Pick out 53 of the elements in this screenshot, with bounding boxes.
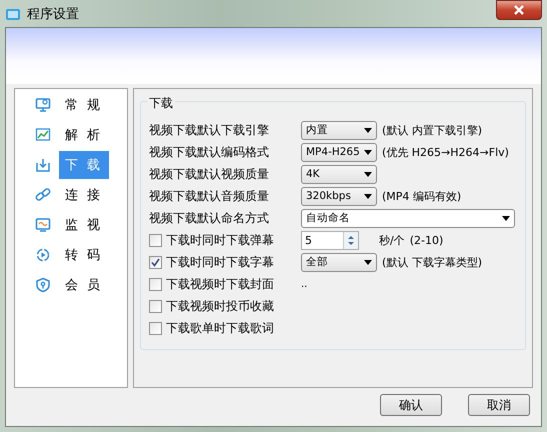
dropdown-arrow-icon <box>364 172 372 176</box>
setting-label: 视频下载默认命名方式 <box>149 210 270 226</box>
dropdown-arrow-icon <box>364 194 372 198</box>
dropdown-arrow-icon <box>364 150 372 154</box>
dropdown[interactable]: 4K <box>301 164 377 184</box>
checkbox-label: 下载视频时投币收藏 <box>166 298 274 314</box>
sidebar-item[interactable]: 转码 <box>59 241 109 269</box>
play-cycle-icon <box>35 247 51 263</box>
dropdown-arrow-icon <box>502 216 510 220</box>
checkbox-label: 下载歌单时下载歌词 <box>166 320 274 336</box>
dropdown-arrow-icon <box>364 128 372 132</box>
window-title: 程序设置 <box>27 6 79 22</box>
hint-text: (默认 下载字幕类型) <box>382 254 482 270</box>
setting-label: 视频下载默认视频质量 <box>149 166 270 182</box>
monitor-wave-icon <box>35 217 51 233</box>
sidebar-item[interactable]: 会员 <box>59 271 109 299</box>
dropdown[interactable]: 全部 <box>301 252 377 272</box>
sidebar-item[interactable]: 解析 <box>59 121 109 149</box>
shield-icon <box>35 277 51 293</box>
dropdown[interactable]: 内置 <box>301 120 377 140</box>
dropdown[interactable]: MP4-H265 <box>301 142 377 162</box>
dropdown-arrow-icon <box>364 260 372 264</box>
unit-text: 秒/个 <box>379 232 405 248</box>
dropdown[interactable]: 320kbps <box>301 186 377 206</box>
setting-label: 视频下载默认编码格式 <box>149 144 270 160</box>
link-icon <box>35 187 51 203</box>
monitor-gear-icon <box>35 97 51 113</box>
number-spinner[interactable]: 5 <box>301 230 359 250</box>
checkbox[interactable] <box>149 322 162 334</box>
hint-text: (优先 H265→H264→Flv) <box>382 144 509 160</box>
checkbox[interactable] <box>149 234 162 246</box>
dialog-button[interactable]: 取消 <box>468 394 530 416</box>
dialog-button[interactable]: 确认 <box>380 394 442 416</box>
hint-text: (默认 内置下载引擎) <box>382 122 482 138</box>
download-icon <box>35 157 51 173</box>
hint-text: (2-10) <box>410 234 444 246</box>
dropdown[interactable]: 自动命名 <box>301 208 515 228</box>
ellipsis-text: .. <box>301 278 308 290</box>
checkbox[interactable] <box>149 300 162 312</box>
setting-label: 视频下载默认下载引擎 <box>149 122 270 138</box>
sidebar-item[interactable]: 连接 <box>59 181 109 209</box>
checkbox-label: 下载时同时下载字幕 <box>166 254 274 270</box>
hint-text: (MP4 编码有效) <box>382 188 462 204</box>
sidebar-item[interactable]: 监视 <box>59 211 109 239</box>
checkbox[interactable] <box>149 256 162 268</box>
close-button[interactable] <box>496 0 542 20</box>
checkbox[interactable] <box>149 278 162 290</box>
close-icon <box>513 5 525 15</box>
sidebar-item[interactable]: 常规 <box>59 91 109 119</box>
setting-label: 视频下载默认音频质量 <box>149 188 270 204</box>
checkbox-label: 下载时同时下载弹幕 <box>166 232 274 248</box>
chart-icon <box>35 127 51 143</box>
checkbox-label: 下载视频时下载封面 <box>166 276 274 292</box>
